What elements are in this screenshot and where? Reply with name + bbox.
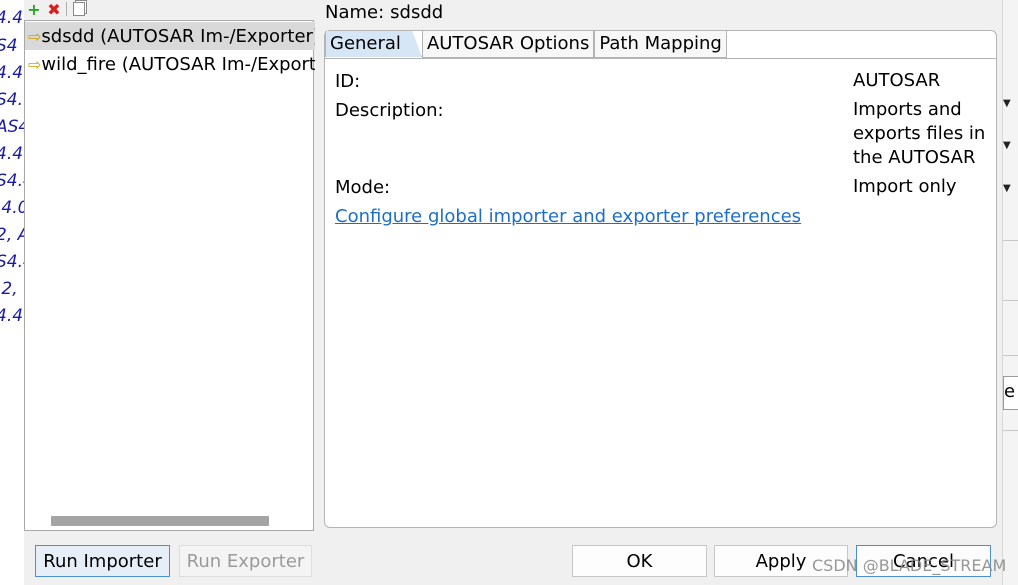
background-text-fragment: .2, — [0, 279, 18, 299]
mode-label: Mode: — [335, 177, 391, 198]
divider — [1003, 300, 1018, 301]
background-text-fragment: S4.4 — [0, 252, 24, 272]
tab-path-mapping[interactable]: Path Mapping — [594, 31, 727, 58]
divider — [1003, 240, 1018, 241]
watermark: CSDN @BLADE_STREAM — [812, 556, 1007, 575]
run-importer-button[interactable]: Run Importer — [35, 545, 170, 577]
background-text-fragment: S4.4 — [0, 171, 24, 191]
background-text-fragment: AS4 — [0, 117, 24, 137]
tab-autosar-options[interactable]: AUTOSAR Options — [421, 31, 595, 58]
copy-icon[interactable] — [71, 1, 87, 17]
configuration-list[interactable]: ⇨ sdsdd (AUTOSAR Im-/Exporter) ⇨ wild_fi… — [24, 20, 315, 531]
description-label: Description: — [335, 100, 444, 121]
list-item-label: sdsdd (AUTOSAR Im-/Exporter) — [41, 25, 315, 47]
background-editor-strip: 4.4 S4 4.4 S4. AS4 4.4 S4.4 .4.0 2, A S4… — [0, 0, 24, 585]
configure-preferences-link[interactable]: Configure global importer and exporter p… — [335, 206, 801, 227]
name-row: Name: sdsdd — [325, 2, 443, 23]
background-text-fragment: 4.4. — [0, 306, 24, 326]
arrow-right-icon: ⇨ — [28, 26, 42, 46]
horizontal-scrollbar-thumb[interactable] — [51, 516, 269, 526]
id-label: ID: — [335, 71, 361, 92]
divider — [1003, 430, 1018, 431]
list-item[interactable]: ⇨ sdsdd (AUTOSAR Im-/Exporter) — [25, 22, 315, 50]
tab-bar: General AUTOSAR Options Path Mapping — [325, 31, 727, 59]
tab-general[interactable]: General — [325, 31, 422, 57]
chevron-down-icon: ▼ — [1003, 140, 1011, 151]
background-right-strip: ▼ ▼ ▼ e — [1002, 0, 1018, 585]
background-text-fragment: S4 — [0, 36, 18, 56]
arrow-right-icon: ⇨ — [28, 54, 42, 74]
mode-value: Import only — [853, 176, 957, 197]
name-label: Name: — [325, 2, 385, 23]
ok-button[interactable]: OK — [572, 545, 707, 577]
description-value: Imports and exports files in the AUTOSAR — [853, 99, 986, 168]
list-item[interactable]: ⇨ wild_fire (AUTOSAR Im-/Exporter) — [25, 50, 315, 78]
background-table-cell: e — [1003, 376, 1018, 410]
background-text-fragment: 4.4 — [0, 144, 24, 164]
toolbar-separator — [66, 2, 67, 16]
background-text-fragment: 4.4 — [0, 63, 24, 83]
list-item-label: wild_fire (AUTOSAR Im-/Exporter) — [41, 53, 315, 75]
name-value: sdsdd — [390, 2, 444, 23]
chevron-down-icon: ▼ — [1003, 183, 1011, 194]
details-panel: General AUTOSAR Options Path Mapping ID:… — [324, 30, 997, 528]
background-text-fragment: 2, A — [0, 225, 24, 245]
run-exporter-button[interactable]: Run Exporter — [179, 545, 312, 577]
remove-icon[interactable]: ✖ — [46, 0, 62, 19]
add-icon[interactable]: + — [26, 0, 42, 19]
background-text-fragment: S4. — [0, 90, 24, 110]
importer-exporter-dialog: + ✖ ⇨ sdsdd (AUTOSAR Im-/Exporter) ⇨ wil… — [24, 0, 1002, 585]
divider — [1003, 355, 1018, 356]
list-toolbar: + ✖ — [26, 0, 87, 19]
background-text-fragment: 4.4 — [0, 8, 24, 28]
background-text-fragment: .4.0 — [0, 198, 24, 218]
id-value: AUTOSAR — [853, 70, 941, 91]
chevron-down-icon: ▼ — [1003, 98, 1011, 109]
